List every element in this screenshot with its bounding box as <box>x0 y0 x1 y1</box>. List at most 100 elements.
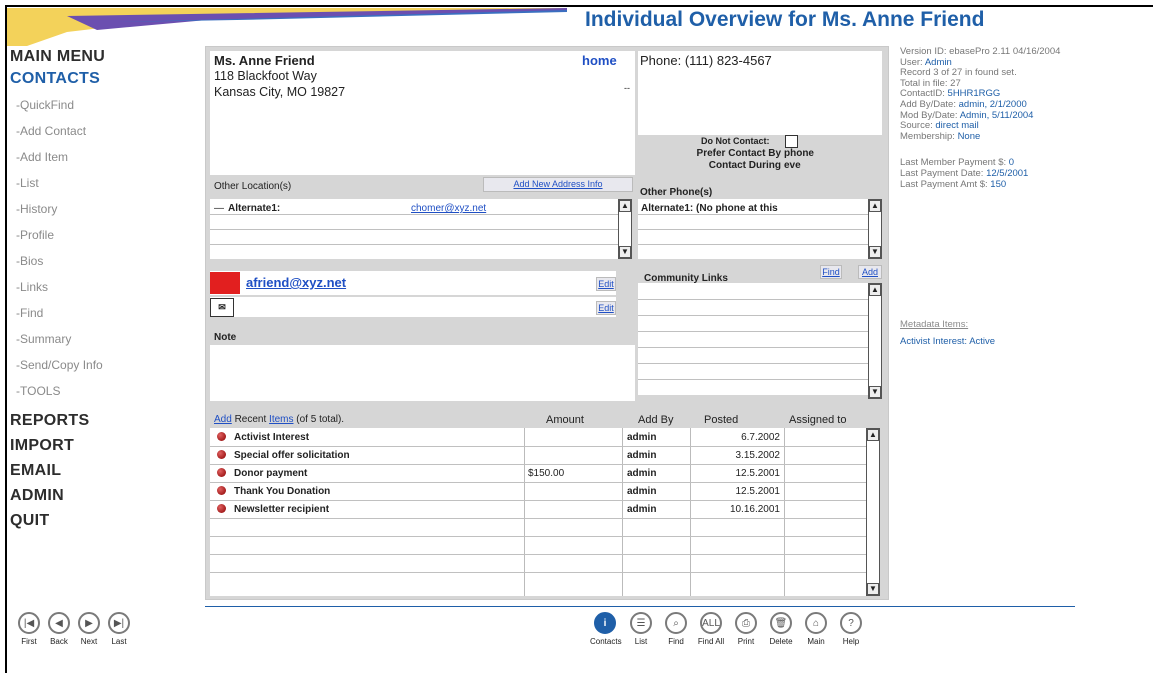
note-box[interactable] <box>210 345 635 401</box>
main-navigation: MAIN MENU CONTACTS -QuickFind -Add Conta… <box>10 48 200 533</box>
main-button[interactable]: ⌂ Main <box>801 612 831 646</box>
row-separator <box>210 244 618 245</box>
next-record-button[interactable]: ▶ Next <box>74 612 104 646</box>
col-amount: Amount <box>546 414 584 426</box>
find-caption: Find <box>668 637 684 646</box>
nav-reports[interactable]: REPORTS <box>10 408 200 433</box>
item-name[interactable]: Newsletter recipient <box>234 504 329 515</box>
phone-number: Phone: (111) 823-4567 <box>640 53 772 68</box>
nav-quit[interactable]: QUIT <box>10 508 200 533</box>
item-status-dot <box>217 468 226 477</box>
items-link[interactable]: Items <box>269 414 293 425</box>
edit-secondary-button[interactable]: Edit <box>596 301 616 315</box>
phones-scrollbar[interactable]: ▲ ▼ <box>868 199 882 259</box>
metadata-item-label: Activist Interest: <box>900 335 968 347</box>
col-assigned-to: Assigned to <box>789 414 847 426</box>
nav-admin[interactable]: ADMIN <box>10 483 200 508</box>
address-dash: -- <box>624 83 630 93</box>
delete-button[interactable]: 🗑 Delete <box>766 612 796 646</box>
item-name[interactable]: Activist Interest <box>234 432 309 443</box>
nav-find[interactable]: -Find <box>10 300 200 326</box>
nav-add-item[interactable]: -Add Item <box>10 144 200 170</box>
item-add-by: admin <box>627 468 657 479</box>
nav-send-copy-info[interactable]: -Send/Copy Info <box>10 352 200 378</box>
row-separator <box>638 299 868 300</box>
nav-list[interactable]: -List <box>10 170 200 196</box>
attachment-icon[interactable]: ✉ <box>210 298 234 317</box>
add-item-link[interactable]: Add <box>214 414 232 425</box>
nav-import[interactable]: IMPORT <box>10 433 200 458</box>
item-status-dot <box>217 486 226 495</box>
addby-value: admin, 2/1/2000 <box>958 98 1027 110</box>
nav-add-contact[interactable]: -Add Contact <box>10 118 200 144</box>
toolbar-divider <box>205 606 1075 607</box>
nav-main-menu[interactable]: MAIN MENU <box>10 48 200 66</box>
item-amount: $150.00 <box>528 468 565 479</box>
item-posted: 12.5.2001 <box>735 486 781 497</box>
other-phones-header: Other Phone(s) <box>640 187 713 198</box>
user-label: User: <box>900 56 923 68</box>
row-separator <box>210 214 618 215</box>
list-button[interactable]: ☰ List <box>626 612 656 646</box>
nav-links[interactable]: -Links <box>10 274 200 300</box>
delete-caption: Delete <box>769 637 793 646</box>
nav-email[interactable]: EMAIL <box>10 458 200 483</box>
row-separator <box>210 536 866 537</box>
community-scrollbar[interactable]: ▲ ▼ <box>868 283 882 399</box>
col-divider <box>690 428 691 596</box>
metadata-items-link[interactable]: Metadata Items: <box>900 320 1152 331</box>
prefer-contact-label: Prefer Contact By <box>696 148 781 159</box>
item-name[interactable]: Thank You Donation <box>234 486 330 497</box>
first-record-button[interactable]: |◀ First <box>14 612 44 646</box>
item-name[interactable]: Special offer solicitation <box>234 450 350 461</box>
print-button[interactable]: ⎙ Print <box>731 612 761 646</box>
last-caption: Last <box>111 637 127 646</box>
find-button[interactable]: ⌕ Find <box>661 612 691 646</box>
source-value: direct mail <box>935 120 979 132</box>
col-posted: Posted <box>704 414 739 426</box>
find-all-button[interactable]: ALL Find All <box>696 612 726 646</box>
nav-bios[interactable]: -Bios <box>10 248 200 274</box>
home-label[interactable]: home <box>582 53 617 68</box>
item-posted: 6.7.2002 <box>741 432 780 443</box>
items-scrollbar[interactable]: ▲ ▼ <box>866 428 880 596</box>
community-add-button[interactable]: Add <box>858 265 882 279</box>
row-separator <box>210 482 866 483</box>
community-find-button[interactable]: Find <box>820 265 842 279</box>
col-divider <box>784 428 785 596</box>
alt-location-email[interactable]: chomer@xyz.net <box>411 203 486 214</box>
col-divider <box>524 428 525 596</box>
row-separator <box>638 214 868 215</box>
list-caption: List <box>634 637 648 646</box>
alt-phone-row: Alternate1: (No phone at this <box>641 203 778 214</box>
add-new-address-button[interactable]: Add New Address Info <box>483 177 633 192</box>
membership-value: None <box>957 130 981 142</box>
find-all-caption: Find All <box>697 637 725 646</box>
find-all-icon: ALL <box>700 612 722 634</box>
help-button[interactable]: ? Help <box>836 612 866 646</box>
last-record-button[interactable]: ▶| Last <box>104 612 134 646</box>
header-banner <box>7 8 567 46</box>
nav-quickfind[interactable]: -QuickFind <box>10 92 200 118</box>
edit-email-button[interactable]: Edit <box>596 277 616 291</box>
email-address[interactable]: afriend@xyz.net <box>246 275 346 290</box>
contacts-button[interactable]: i Contacts <box>590 612 622 646</box>
main-caption: Main <box>807 637 825 646</box>
alt-location-label: Alternate1: <box>228 203 281 214</box>
row-separator <box>210 464 866 465</box>
info-icon: i <box>594 612 616 634</box>
recent-prefix: Recent <box>234 414 267 425</box>
back-record-button[interactable]: ◀ Back <box>44 612 74 646</box>
nav-profile[interactable]: -Profile <box>10 222 200 248</box>
nav-history[interactable]: -History <box>10 196 200 222</box>
row-separator <box>638 229 868 230</box>
nav-contacts[interactable]: CONTACTS <box>10 70 200 88</box>
item-name[interactable]: Donor payment <box>234 468 307 479</box>
nav-tools[interactable]: -TOOLS <box>10 378 200 404</box>
row-separator <box>210 572 866 573</box>
home-icon: ⌂ <box>805 612 827 634</box>
do-not-contact-checkbox[interactable] <box>785 135 798 148</box>
locations-scrollbar[interactable]: ▲ ▼ <box>618 199 632 259</box>
nav-summary[interactable]: -Summary <box>10 326 200 352</box>
